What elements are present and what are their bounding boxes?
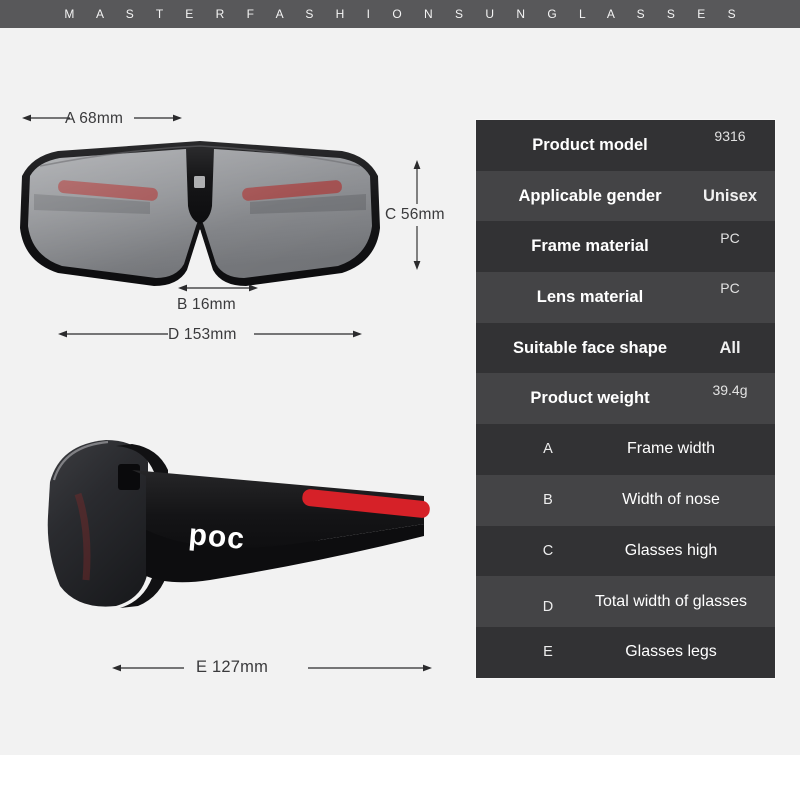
product-spec-image: M A S T E R F A S H I O N S U N G L A S … bbox=[0, 0, 800, 800]
bridge-vent-icon bbox=[194, 176, 205, 188]
legend-letter: D bbox=[542, 598, 554, 615]
legend-letter: B bbox=[543, 492, 553, 509]
legend-description: Glasses high bbox=[624, 541, 718, 559]
table-row: E Glasses legs bbox=[476, 626, 775, 678]
table-row: D Total width of glasses bbox=[476, 576, 775, 627]
legend-description: Frame width bbox=[626, 440, 716, 458]
spec-label: Product model bbox=[532, 135, 648, 154]
dimension-label-d: D 153mm bbox=[168, 326, 237, 343]
spec-label: Product weight bbox=[530, 389, 650, 408]
brand-mark-poc: poc bbox=[187, 518, 246, 556]
legend-letter: E bbox=[543, 644, 553, 661]
legend-description: Total width of glasses bbox=[594, 592, 748, 610]
spec-label: Applicable gender bbox=[518, 186, 662, 205]
dimension-label-a: A 68mm bbox=[65, 110, 124, 127]
spec-label: Lens material bbox=[536, 287, 644, 306]
spec-label: Suitable face shape bbox=[512, 338, 668, 357]
table-row: B Width of nose bbox=[476, 474, 775, 526]
legend-description: Glasses legs bbox=[625, 643, 717, 661]
legend-letter: A bbox=[543, 441, 553, 458]
table-row: Product model 9316 bbox=[476, 120, 775, 171]
dimension-label-c: C 56mm bbox=[385, 206, 445, 223]
table-row: Product weight 39.4g bbox=[476, 373, 775, 425]
table-row: Lens material PC bbox=[476, 272, 775, 323]
brand-title: M A S T E R F A S H I O N S U N G L A S … bbox=[64, 7, 746, 21]
spec-label: Frame material bbox=[531, 237, 649, 256]
spec-value: All bbox=[719, 338, 741, 357]
legend-letter: C bbox=[542, 542, 554, 559]
brand-header-bar: M A S T E R F A S H I O N S U N G L A S … bbox=[0, 0, 800, 28]
table-row: Frame material PC bbox=[476, 221, 775, 273]
dimension-arrow-b bbox=[178, 284, 258, 292]
sunglasses-front-view bbox=[20, 141, 380, 286]
specification-table: Product model 9316 Applicable gender Uni… bbox=[476, 120, 775, 678]
dimension-label-e: E 127mm bbox=[196, 658, 269, 676]
table-row: A Frame width bbox=[476, 424, 775, 475]
dimension-label-b: B 16mm bbox=[177, 296, 236, 313]
spec-value: 39.4g bbox=[712, 381, 748, 398]
sunglasses-side-view: poc bbox=[47, 440, 430, 608]
table-row: Applicable gender Unisex bbox=[476, 170, 775, 222]
table-row: Suitable face shape All bbox=[476, 322, 775, 374]
spec-value: Unisex bbox=[702, 186, 758, 205]
spec-value: PC bbox=[720, 229, 740, 246]
table-row: C Glasses high bbox=[476, 525, 775, 577]
dimension-arrow-e bbox=[112, 664, 432, 672]
legend-description: Width of nose bbox=[622, 491, 720, 509]
spec-value: PC bbox=[720, 280, 740, 297]
spec-value: 9316 bbox=[714, 128, 746, 145]
hinge-block bbox=[118, 464, 140, 490]
